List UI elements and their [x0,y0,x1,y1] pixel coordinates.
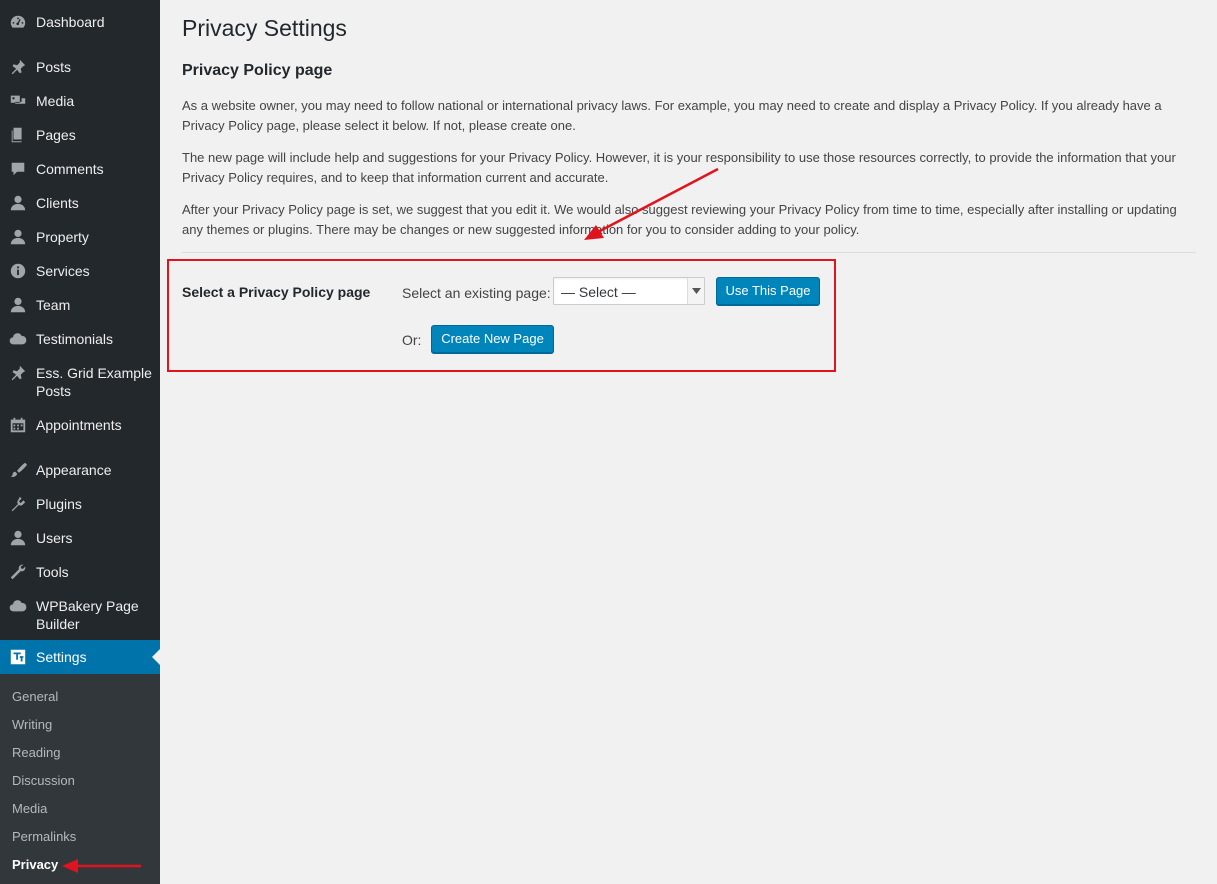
media-icon [8,91,28,111]
sidebar-item-plugins[interactable]: Plugins [0,494,160,514]
sidebar-item-tools[interactable]: Tools [0,562,160,582]
sidebar-item-label-line2: Posts [36,383,72,399]
sidebar-item-media[interactable]: Media [0,91,160,111]
sidebar-item-services[interactable]: Services [0,261,160,281]
cloud-icon [8,596,28,616]
cloud-icon [8,329,28,349]
sidebar-item-appearance[interactable]: Appearance [0,460,160,480]
intro-paragraph-1: As a website owner, you may need to foll… [182,98,1162,133]
sidebar-item-label: Plugins [36,496,82,512]
sidebar-item-label: Appearance [36,462,112,478]
calendar-icon [8,415,28,435]
sidebar-item-clients[interactable]: Clients [0,193,160,213]
intro-paragraph-2: The new page will include help and sugge… [182,150,1176,185]
section-title: Privacy Policy page [182,62,333,79]
sidebar-item-team[interactable]: Team [0,295,160,315]
submenu-item-reading[interactable]: Reading [12,745,60,761]
wrench-icon [8,562,28,582]
sidebar-item-label: Property [36,229,89,245]
user-icon [8,528,28,548]
sidebar-item-label: Clients [36,195,79,211]
sidebar-item-label: Users [36,530,73,546]
sidebar-item-label: Settings [36,649,87,665]
pin-icon [8,57,28,77]
sidebar-item-appointments[interactable]: Appointments [0,415,160,435]
intro-paragraph-3: After your Privacy Policy page is set, w… [182,202,1177,237]
annotation-highlight-box [167,259,836,372]
sidebar-item-label: Media [36,93,75,109]
sidebar-item-users[interactable]: Users [0,528,160,548]
dashboard-icon [8,12,28,32]
sidebar-item-label-line1: WPBakery Page [36,598,139,614]
pin-icon [8,363,28,383]
sidebar-item-label: Services [36,263,90,279]
submenu-item-writing[interactable]: Writing [12,717,52,733]
sidebar-item-label: Appointments [36,417,122,433]
settings-icon [8,647,28,667]
page-title: Privacy Settings [182,15,347,41]
user-icon [8,295,28,315]
comment-icon [8,159,28,179]
divider [182,252,1196,253]
submenu-item-discussion[interactable]: Discussion [12,773,75,789]
settings-submenu: General Writing Reading Discussion Media… [0,674,160,884]
sidebar-item-label: Testimonials [36,331,114,347]
submenu-item-permalinks[interactable]: Permalinks [12,829,76,845]
sidebar-item-label: Tools [36,564,69,580]
sidebar-item-label: Dashboard [36,14,105,30]
sidebar-item-dashboard[interactable]: Dashboard [0,12,160,32]
sidebar-item-label-line1: Ess. Grid Example [36,365,152,381]
sidebar-item-label: Comments [36,161,104,177]
user-icon [8,227,28,247]
sidebar-item-pages[interactable]: Pages [0,125,160,145]
user-icon [8,193,28,213]
sidebar-item-posts[interactable]: Posts [0,57,160,77]
sidebar-item-settings[interactable]: Settings [0,640,160,674]
submenu-item-privacy[interactable]: Privacy [12,857,58,873]
sidebar-item-property[interactable]: Property [0,227,160,247]
sidebar-item-label: Posts [36,59,72,75]
plugin-icon [8,494,28,514]
info-icon [8,261,28,281]
submenu-item-media[interactable]: Media [12,801,47,817]
sidebar-item-comments[interactable]: Comments [0,159,160,179]
submenu-item-general[interactable]: General [12,689,58,705]
brush-icon [8,460,28,480]
sidebar-item-wpbakery[interactable]: WPBakery Page Builder [0,596,160,634]
sidebar-item-label: Pages [36,127,76,143]
sidebar-item-label-line2: Builder [36,616,80,632]
admin-sidebar: Dashboard Posts Media Pages Comments Cli… [0,0,160,884]
pages-icon [8,125,28,145]
sidebar-item-ess-grid[interactable]: Ess. Grid Example Posts [0,363,160,401]
sidebar-item-label: Team [36,297,71,313]
sidebar-item-testimonials[interactable]: Testimonials [0,329,160,349]
